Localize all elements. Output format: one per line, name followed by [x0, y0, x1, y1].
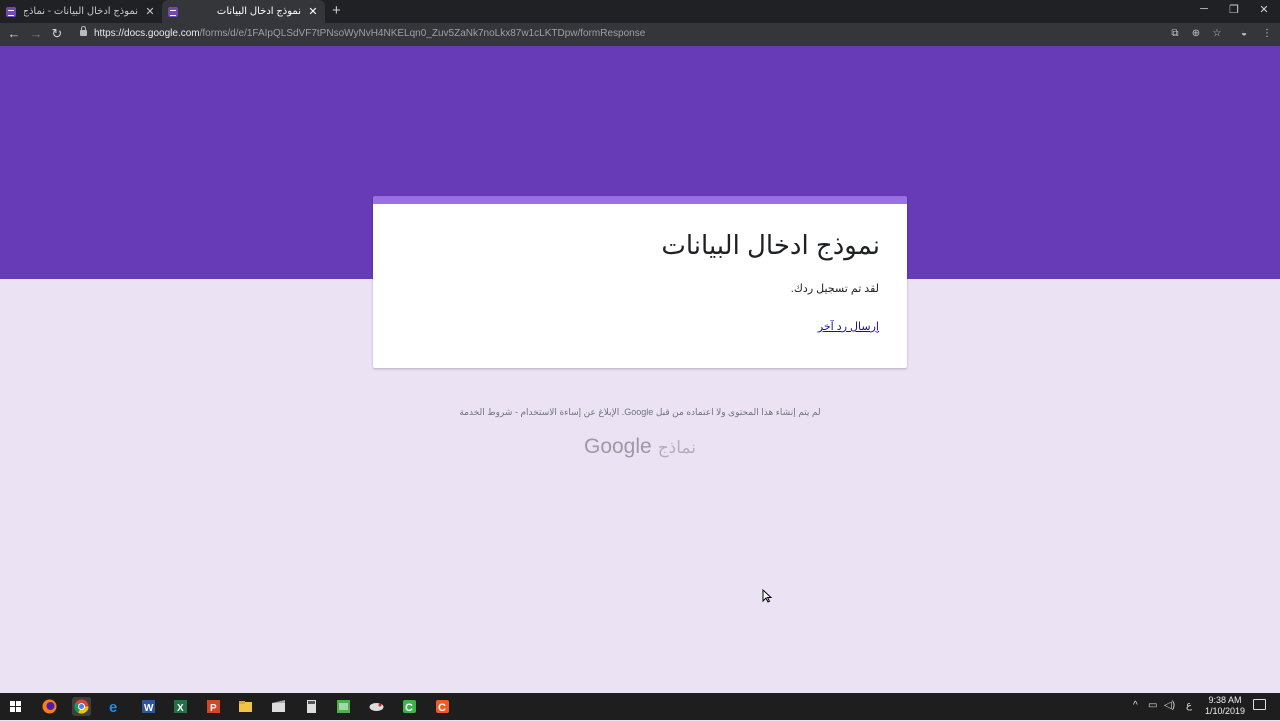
browser-tab-bar: نموذج ادخال البيانات - نماذج Google ✕ نم…: [0, 0, 1280, 23]
google-forms-logo: Google نماذج: [0, 435, 1280, 459]
url-host: https://docs.google.com: [94, 28, 200, 39]
word-icon[interactable]: W: [139, 697, 158, 716]
new-tab-button[interactable]: +: [332, 2, 341, 19]
notification-icon[interactable]: [1253, 699, 1266, 710]
minimize-icon[interactable]: ─: [1194, 3, 1214, 15]
browser-tab-inactive[interactable]: نموذج ادخال البيانات - نماذج Google ✕: [0, 0, 162, 23]
reload-icon[interactable]: ↻: [49, 26, 65, 42]
forward-icon[interactable]: →: [28, 26, 44, 41]
submit-another-response-link[interactable]: إرسال رد آخر: [818, 320, 879, 333]
firefox-icon[interactable]: [40, 697, 59, 716]
zoom-icon[interactable]: ⊕: [1189, 28, 1203, 39]
system-clock[interactable]: 9:38 AM 1/10/2019: [1200, 695, 1250, 717]
tab-title: نموذج ادخال البيانات: [216, 6, 301, 17]
incognito-icon[interactable]: ◒: [1237, 28, 1251, 39]
edge-icon[interactable]: e: [106, 697, 125, 716]
logo-forms-text: نماذج: [657, 438, 696, 457]
file-explorer-icon[interactable]: [236, 697, 255, 716]
svg-text:X: X: [177, 703, 184, 714]
browser-tab-active[interactable]: نموذج ادخال البيانات ✕: [162, 0, 325, 23]
bird-app-icon[interactable]: [367, 697, 386, 716]
url-path: /forms/d/e/1FAIpQLSdVF7tPNsoWyNvH4NKELqn…: [199, 28, 646, 39]
chrome-icon[interactable]: [72, 697, 91, 716]
camtasia-orange-icon[interactable]: C: [433, 697, 452, 716]
restore-icon[interactable]: ❐: [1224, 3, 1244, 16]
lock-icon: [80, 26, 87, 36]
svg-text:e: e: [109, 699, 117, 716]
bookmark-star-icon[interactable]: ☆: [1210, 28, 1224, 39]
page-content: نموذج ادخال البيانات لقد تم تسجيل ردك. إ…: [0, 46, 1280, 693]
menu-icon[interactable]: ⋮: [1260, 28, 1274, 39]
response-card: نموذج ادخال البيانات لقد تم تسجيل ردك. إ…: [373, 196, 907, 368]
address-bar[interactable]: https://docs.google.com/forms/d/e/1FAIpQ…: [94, 28, 645, 39]
google-forms-icon: [168, 6, 178, 17]
windows-start-icon[interactable]: [6, 697, 25, 716]
svg-text:P: P: [210, 703, 217, 714]
windows-taskbar: e W X P C C ^ ▭ ◁) ع 9:38 AM 1/10/2019: [0, 693, 1280, 720]
close-icon[interactable]: ✕: [144, 5, 156, 18]
language-indicator[interactable]: ع: [1186, 700, 1192, 711]
logo-google-text: Google: [583, 435, 652, 458]
network-icon[interactable]: ▭: [1148, 700, 1157, 711]
excel-icon[interactable]: X: [171, 697, 190, 716]
close-icon[interactable]: ✕: [307, 5, 319, 18]
tab-title: نموذج ادخال البيانات - نماذج Google: [24, 6, 138, 17]
calculator-icon[interactable]: [302, 697, 321, 716]
svg-text:C: C: [405, 702, 413, 714]
show-hidden-icons-icon[interactable]: ^: [1133, 700, 1138, 711]
confirmation-message: لقد تم تسجيل ردك.: [790, 283, 879, 295]
footer-disclaimer: لم يتم إنشاء هذا المحتوى ولا اعتماده من …: [459, 407, 821, 417]
svg-text:W: W: [144, 703, 154, 714]
back-icon[interactable]: ←: [6, 26, 22, 41]
translate-icon[interactable]: ⧉: [1168, 28, 1182, 39]
volume-icon[interactable]: ◁): [1164, 700, 1175, 711]
video-editor-icon[interactable]: [269, 697, 288, 716]
google-forms-icon: [6, 6, 16, 17]
powerpoint-icon[interactable]: P: [204, 697, 223, 716]
clock-time: 9:38 AM: [1208, 695, 1242, 705]
form-title: نموذج ادخال البيانات: [661, 230, 880, 260]
browser-toolbar: ← → ↻ https://docs.google.com/forms/d/e/…: [0, 23, 1280, 46]
clock-date: 1/10/2019: [1204, 706, 1246, 716]
green-app-icon[interactable]: [334, 697, 353, 716]
camtasia-green-icon[interactable]: C: [400, 697, 419, 716]
svg-text:C: C: [438, 702, 446, 714]
close-window-icon[interactable]: ✕: [1254, 3, 1274, 16]
